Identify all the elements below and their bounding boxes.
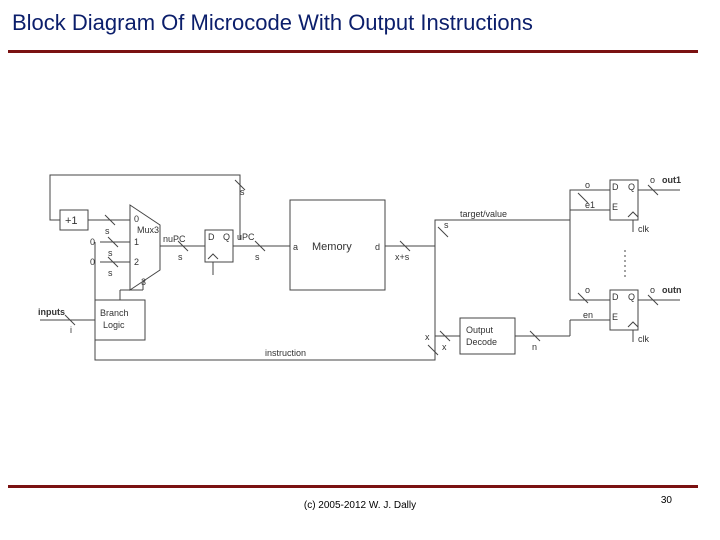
zero-const: 0 [90,237,95,247]
title-underline [8,50,698,53]
output-decode-label2: Decode [466,337,497,347]
outn-q: Q [628,292,635,302]
branch-logic-label1: Branch [100,308,129,318]
target-value-label: target/value [460,209,507,219]
mem-a: a [293,242,298,252]
upc-d: D [208,232,215,242]
out1-q: Q [628,182,635,192]
branch-logic-label2: Logic [103,320,125,330]
outn-d: D [612,292,619,302]
outn-o: o [650,285,655,295]
block-diagram: s +1 s 0 1 2 3 Mux3 s 0 s 0 nuPC [30,160,690,440]
clk1-label: clk [638,224,649,234]
wire-lbl-x2: x [442,342,447,352]
mux-in1: 1 [134,237,139,247]
output-decode-box [460,318,515,354]
en-label: en [583,310,593,320]
wire-lbl-x: x [425,332,430,342]
e1-label: e1 [585,200,595,210]
out1-o: o [650,175,655,185]
outn-label: outn [662,285,682,295]
out1-e: E [612,202,618,212]
incrementer-label: +1 [65,215,78,227]
wire-lbl-n: n [532,342,537,352]
wire-lbl-o2: o [585,285,590,295]
inputs-label: inputs [38,307,65,317]
mux-in2: 2 [134,257,139,267]
clkn-label: clk [638,334,649,344]
wire-lbl-s4: s [178,252,183,262]
instruction-label: instruction [265,348,306,358]
upc-out-label: uPC [237,232,255,242]
copyright: (c) 2005-2012 W. J. Dally [0,500,720,511]
out1-label: out1 [662,175,681,185]
wire-lbl-s1: s [105,226,110,236]
wire-lbl-s6: s [444,220,449,230]
wire-lbl-o1: o [585,180,590,190]
mux-out-label: nuPC [163,234,186,244]
wire-lbl-i: i [70,325,72,335]
page-number: 30 [661,495,672,506]
memory-label: Memory [312,241,352,253]
zero-const2: 0 [90,257,95,267]
mem-d: d [375,242,380,252]
wire-lbl-s3: s [108,268,113,278]
mux-title: Mux3 [137,225,159,235]
slide-title: Block Diagram Of Microcode With Output I… [12,10,533,36]
upc-q: Q [223,232,230,242]
wire-lbl-xs: x+s [395,252,410,262]
mux-in0: 0 [134,214,139,224]
wire-lbl-s5: s [255,252,260,262]
outn-e: E [612,312,618,322]
output-decode-label1: Output [466,325,494,335]
out1-d: D [612,182,619,192]
mux-sel: 3 [141,277,146,287]
footer-rule [8,485,698,488]
wire-lbl-s2: s [108,248,113,258]
wire-lbl-s-top: s [240,187,245,197]
